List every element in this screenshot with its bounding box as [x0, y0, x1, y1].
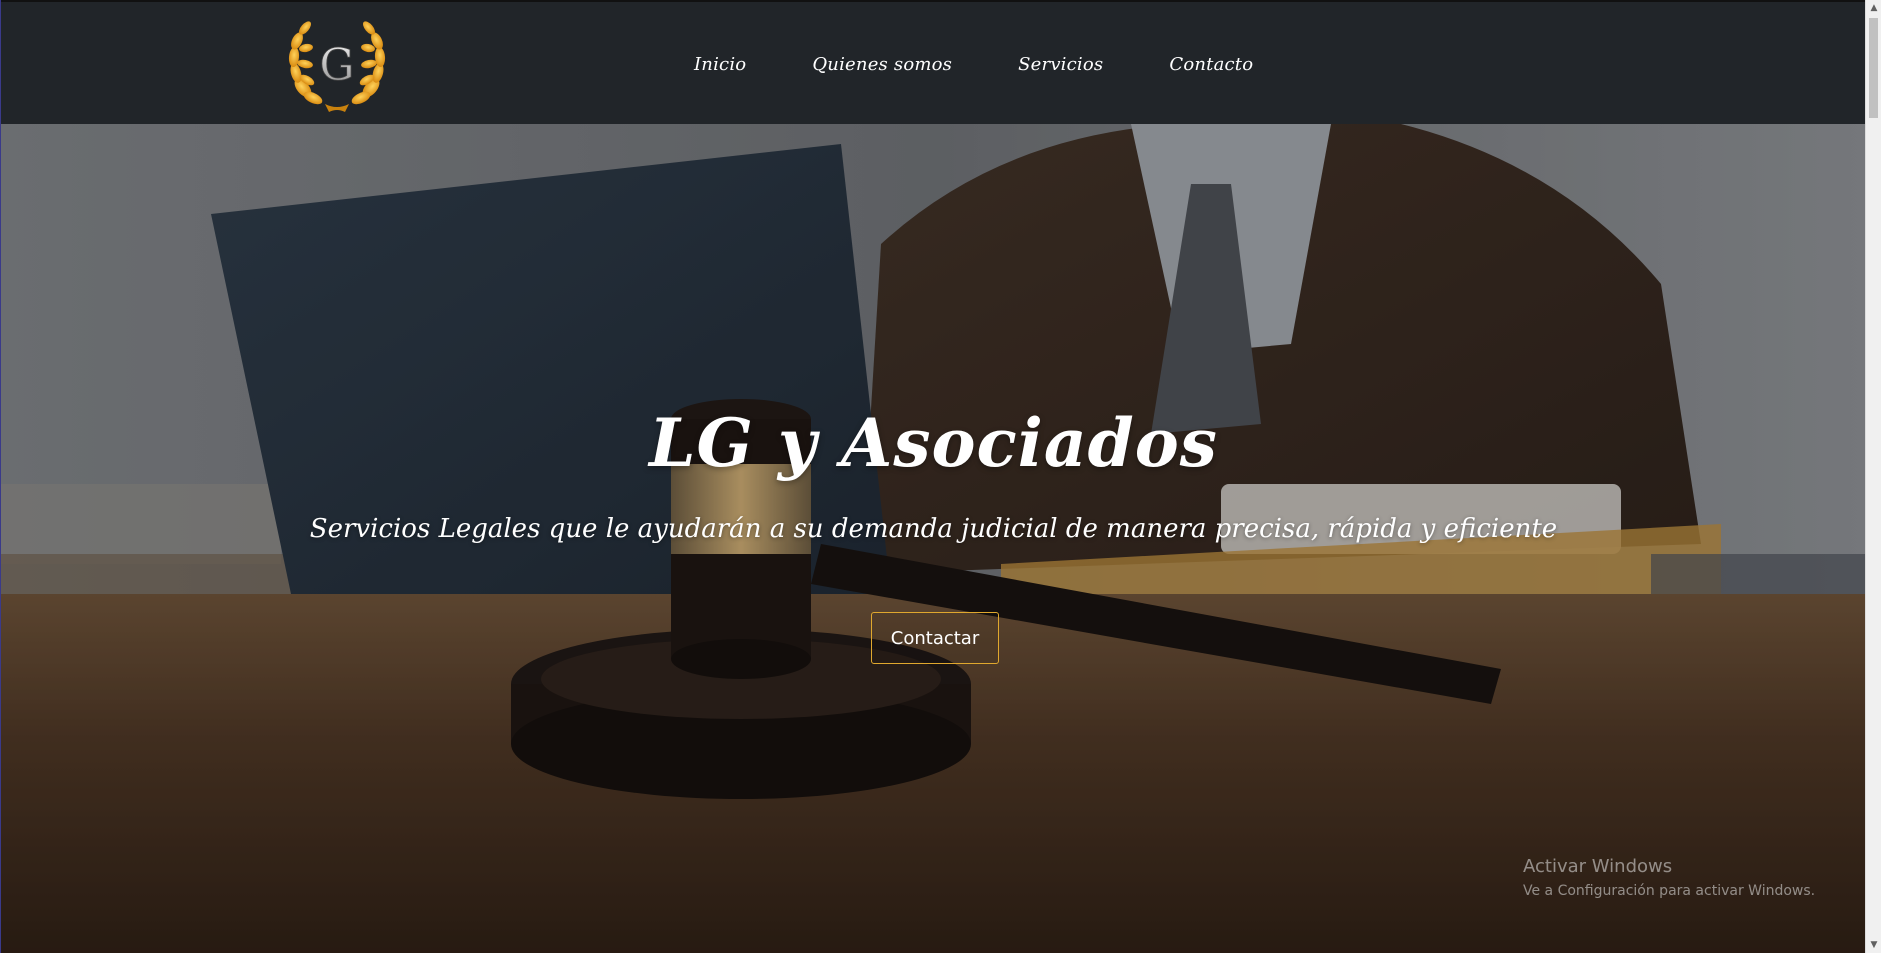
scroll-down-arrow-icon[interactable]: ▼ [1866, 937, 1881, 953]
laurel-logo-icon[interactable]: G [285, 18, 389, 114]
main-nav: Inicio Quienes somos Servicios Contacto [661, 2, 1286, 126]
watermark-subtitle: Ve a Configuración para activar Windows. [1523, 883, 1816, 899]
scroll-up-arrow-icon[interactable]: ▲ [1866, 0, 1881, 16]
page: G Inicio Quienes somos Servicios Contact… [0, 0, 1865, 953]
windows-activation-watermark: Activar Windows Ve a Configuración para … [1523, 856, 1815, 899]
hero-title: LG y Asociados [649, 404, 1218, 482]
contactar-button[interactable]: Contactar [871, 612, 999, 664]
vertical-scrollbar[interactable]: ▲ ▼ [1865, 0, 1881, 953]
logo-letter: G [319, 40, 354, 91]
nav-inicio[interactable]: Inicio [661, 54, 779, 75]
nav-quienes-somos[interactable]: Quienes somos [779, 54, 985, 75]
navbar: G Inicio Quienes somos Servicios Contact… [1, 0, 1865, 124]
hero-section: LG y Asociados Servicios Legales que le … [1, 124, 1865, 953]
nav-servicios[interactable]: Servicios [985, 54, 1136, 75]
hero-subtitle: Servicios Legales que le ayudarán a su d… [309, 514, 1558, 544]
nav-contacto[interactable]: Contacto [1136, 54, 1286, 75]
watermark-title: Activar Windows [1523, 856, 1673, 877]
scroll-thumb[interactable] [1869, 18, 1878, 118]
